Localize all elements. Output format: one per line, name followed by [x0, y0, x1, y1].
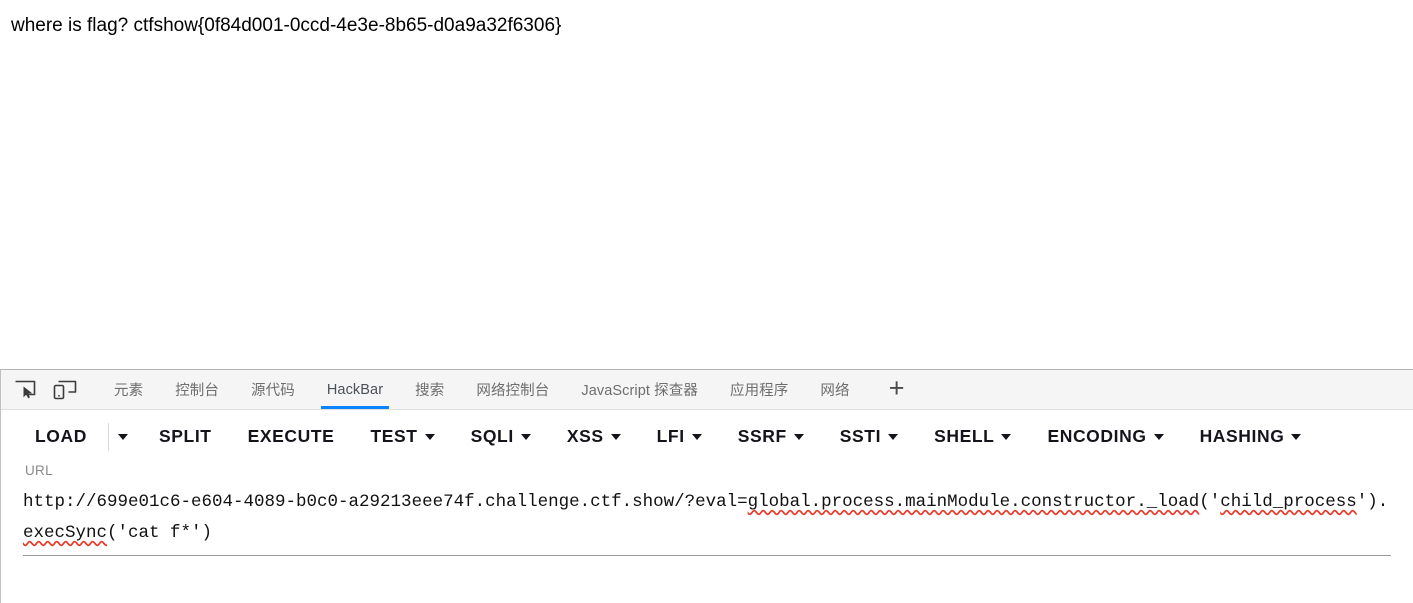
sqli-menu-button[interactable]: SQLI	[471, 426, 531, 447]
url-block: URL http://699e01c6-e604-4089-b0c0-a2921…	[1, 463, 1413, 556]
url-segment: ('	[1199, 492, 1221, 512]
tab-application[interactable]: 应用程序	[714, 370, 804, 409]
devtools-tabbar: 元素 控制台 源代码 HackBar 搜索 网络控制台 JavaScript 探…	[1, 370, 1413, 410]
chevron-down-icon	[1001, 433, 1012, 440]
tab-network-console[interactable]: 网络控制台	[460, 370, 565, 409]
tab-hackbar[interactable]: HackBar	[311, 370, 399, 409]
url-segment: ('cat f*')	[107, 523, 213, 543]
encoding-menu-button[interactable]: ENCODING	[1047, 426, 1164, 447]
load-label: LOAD	[35, 426, 87, 446]
split-label: SPLIT	[158, 426, 212, 446]
tab-label: 控制台	[175, 383, 220, 399]
hackbar-panel: LOAD SPLIT EXECUTE TEST SQLI XSS LFI SSR…	[1, 410, 1413, 603]
url-segment: global.process.mainModule.constructor._l…	[747, 492, 1200, 512]
ssrf-label: SSRF	[737, 426, 787, 446]
url-segment: ').	[1356, 492, 1389, 512]
chevron-down-icon	[793, 433, 804, 440]
chevron-down-icon	[888, 433, 899, 440]
shell-label: SHELL	[934, 426, 995, 446]
execute-button[interactable]: EXECUTE	[248, 426, 335, 447]
test-label: TEST	[370, 426, 418, 446]
xss-menu-button[interactable]: XSS	[567, 426, 621, 447]
chevron-down-icon	[1153, 433, 1164, 440]
devtools-tab-list: 元素 控制台 源代码 HackBar 搜索 网络控制台 JavaScript 探…	[98, 370, 918, 409]
page-viewport: where is flag? ctfshow{0f84d001-0ccd-4e3…	[0, 0, 1413, 369]
page-content-text: where is flag? ctfshow{0f84d001-0ccd-4e3…	[11, 15, 562, 36]
hackbar-toolbar: LOAD SPLIT EXECUTE TEST SQLI XSS LFI SSR…	[1, 410, 1413, 463]
tab-javascript-profiler[interactable]: JavaScript 探查器	[565, 370, 714, 409]
tab-label: 网络	[820, 383, 850, 399]
chevron-down-icon	[118, 433, 129, 440]
encoding-label: ENCODING	[1047, 426, 1147, 446]
add-tab-button[interactable]: +	[876, 370, 918, 409]
tab-label: JavaScript 探查器	[581, 383, 698, 399]
ssti-menu-button[interactable]: SSTI	[839, 426, 899, 447]
tab-debugger[interactable]: 源代码	[235, 370, 311, 409]
url-segment: http://699e01c6-e604-4089-b0c0-a29213eee…	[23, 492, 696, 512]
sqli-label: SQLI	[470, 426, 514, 446]
devtools-tool-icons	[1, 370, 78, 409]
hashing-label: HASHING	[1199, 426, 1285, 446]
ssti-label: SSTI	[839, 426, 882, 446]
url-segment: eval=	[695, 492, 748, 512]
tab-search[interactable]: 搜索	[399, 370, 460, 409]
shell-menu-button[interactable]: SHELL	[934, 426, 1012, 447]
responsive-design-mode-icon[interactable]	[52, 377, 78, 403]
url-label: URL	[25, 463, 53, 478]
devtools-panel: 元素 控制台 源代码 HackBar 搜索 网络控制台 JavaScript 探…	[0, 369, 1413, 603]
ssrf-menu-button[interactable]: SSRF	[738, 426, 804, 447]
tab-label: HackBar	[326, 381, 384, 398]
tab-label: 元素	[114, 383, 144, 399]
tab-elements[interactable]: 元素	[98, 370, 159, 409]
tab-label: 源代码	[251, 383, 295, 399]
chevron-down-icon	[1291, 433, 1302, 440]
url-segment: execSync	[23, 523, 108, 543]
load-dropdown-button[interactable]	[107, 422, 138, 451]
load-button[interactable]: LOAD	[35, 426, 87, 447]
tab-label: 网络控制台	[476, 383, 550, 399]
tab-console[interactable]: 控制台	[159, 370, 235, 409]
chevron-down-icon	[691, 433, 702, 440]
lfi-menu-button[interactable]: LFI	[657, 426, 702, 447]
split-button[interactable]: SPLIT	[159, 426, 212, 447]
tab-label: 搜索	[415, 383, 445, 399]
tab-network[interactable]: 网络	[804, 370, 865, 409]
hashing-menu-button[interactable]: HASHING	[1200, 426, 1302, 447]
tab-label: 应用程序	[729, 383, 789, 399]
lfi-label: LFI	[656, 426, 685, 446]
test-menu-button[interactable]: TEST	[370, 426, 435, 447]
url-segment: child_process	[1220, 492, 1357, 512]
chevron-down-icon	[520, 433, 531, 440]
chevron-down-icon	[610, 433, 621, 440]
xss-label: XSS	[566, 426, 604, 446]
chevron-down-icon	[424, 433, 435, 440]
url-value[interactable]: http://699e01c6-e604-4089-b0c0-a29213eee…	[23, 487, 1391, 549]
url-input[interactable]: http://699e01c6-e604-4089-b0c0-a29213eee…	[23, 487, 1391, 556]
execute-label: EXECUTE	[247, 426, 335, 446]
element-picker-icon[interactable]	[12, 377, 38, 403]
